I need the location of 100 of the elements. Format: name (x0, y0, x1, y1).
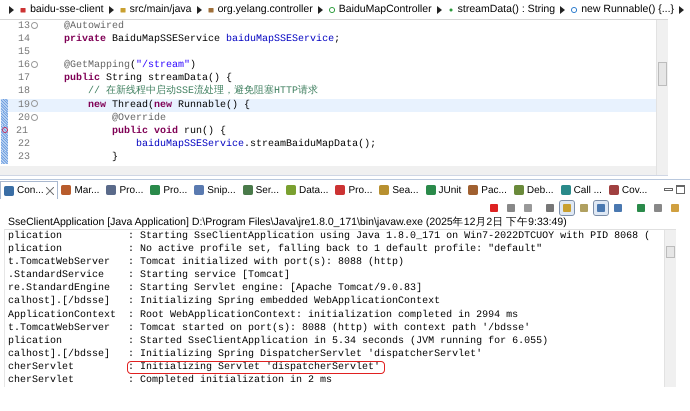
launch-description: SseClientApplication [Java Application] D:\Program Files\Java\jre1.8.0_171\bin\javaw.exe (2025年12月2日 下午9:33:49) (7, 216, 568, 229)
code-line: @GetMapping("/stream") (63, 59, 196, 72)
log-message: : Root WebApplicationContext: initialization completed in 2994 ms (128, 310, 518, 321)
console-tab[interactable]: Snip... (191, 181, 240, 199)
log-message: : Starting SseClientApplication using Java 1.8.0_171 on Win7-2022DTCUOY with PID 8068 ( (128, 231, 650, 242)
line-number: 15 (16, 46, 30, 60)
view-icon (608, 185, 619, 195)
chevron-icon (436, 6, 442, 14)
console-tab[interactable]: Con... (0, 181, 58, 199)
fold-icon[interactable] (31, 114, 38, 121)
breadcrumb-item[interactable]: baidu-sse-client (30, 2, 104, 18)
chevron-icon (196, 6, 202, 14)
line-number: 23 (16, 150, 30, 164)
view-icon (514, 185, 524, 195)
horizontal-scrollbar[interactable] (0, 166, 656, 175)
console-tab[interactable]: JUnit (422, 181, 466, 199)
log-message: : Tomcat initialized with port(s): 8088 (http) (128, 257, 404, 268)
log-source: re.StandardEngine (8, 282, 112, 296)
vertical-scrollbar[interactable] (656, 20, 668, 175)
log-source: t.TomcatWebServer (8, 322, 112, 335)
log-message: : Starting Servlet engine: [Apache Tomcat/9.0.83] (128, 283, 422, 294)
breadcrumb-item[interactable]: src/main/java (130, 2, 192, 18)
scrollbar-thumb[interactable] (658, 62, 667, 86)
close-icon[interactable] (46, 186, 54, 194)
code-line: @Autowired (63, 20, 124, 34)
line-number: 17 (16, 72, 30, 86)
code-line: @Override (111, 112, 166, 125)
log-source: plication (8, 243, 64, 256)
view-icon (4, 186, 14, 196)
view-icon (286, 185, 296, 195)
view-icon (194, 185, 204, 195)
toolbar-button[interactable] (560, 200, 574, 214)
line-number: 20 (16, 112, 30, 125)
toolbar-button[interactable] (594, 200, 608, 214)
view-icon (335, 185, 346, 195)
code-line: new Thread(new Runnable() { (87, 98, 250, 112)
view-icon (61, 185, 72, 195)
console-tab[interactable]: Ser... (240, 181, 283, 199)
log-source: plication (8, 334, 64, 348)
log-source: .StandardService (8, 269, 106, 282)
log-message: : Starting service [Tomcat] (128, 270, 290, 282)
line-number: 21 (14, 124, 28, 138)
console-tab[interactable]: Pro... (332, 181, 376, 199)
console-tab[interactable]: Sea... (376, 181, 422, 199)
line-number: 22 (16, 138, 30, 151)
view-icon (468, 185, 478, 195)
console-tab[interactable]: Mar... (58, 181, 104, 199)
line-number: 14 (16, 33, 30, 46)
line-number: 16 (16, 59, 30, 72)
breadcrumb-item[interactable]: BaiduMapController (338, 2, 432, 18)
console-tab[interactable]: Pro... (147, 181, 192, 199)
breadcrumb-item[interactable]: new Runnable() {...} (581, 2, 674, 18)
log-message: : Initializing Spring embedded WebApplicationContext (128, 296, 440, 308)
view-icon (150, 185, 160, 195)
log-source: t.TomcatWebServer (8, 256, 112, 270)
minimize-icon[interactable] (664, 188, 673, 191)
breadcrumb-item[interactable]: org.yelang.controller (218, 2, 313, 18)
chevron-icon (679, 6, 684, 14)
code-line: // 在新线程中启动SSE流处理，避免阻塞HTTP请求 (87, 85, 318, 99)
view-icon (560, 185, 571, 195)
view-icon (379, 185, 390, 195)
log-source: cherServlet (8, 374, 76, 388)
scrollbar-thumb[interactable] (666, 246, 675, 258)
console-tab[interactable]: Pro... (103, 181, 148, 199)
console-tab[interactable]: Deb... (510, 181, 558, 199)
view-icon (242, 185, 253, 195)
log-message: : Completed initialization in 2 ms (128, 375, 332, 386)
log-message: : Started SseClientApplication in 5.34 seconds (JVM running for 6.055) (128, 336, 548, 347)
maximize-icon[interactable] (676, 185, 684, 194)
log-message: : No active profile set, falling back to 1 default profile: "default" (128, 244, 542, 256)
chevron-icon (9, 6, 14, 14)
log-source: calhost].[/bdsse] (8, 348, 112, 361)
code-line: baiduMapSSEService.streamBaiduMapData(); (135, 138, 376, 151)
line-number: 19 (16, 98, 30, 112)
view-icon (426, 185, 436, 195)
code-line: } (111, 150, 118, 164)
chevron-icon (560, 6, 566, 14)
fold-icon[interactable] (31, 22, 38, 29)
vertical-scrollbar[interactable] (664, 230, 676, 387)
log-source: calhost].[/bdsse] (8, 295, 112, 309)
console-tab[interactable]: Pac... (465, 181, 511, 199)
fold-icon[interactable] (31, 100, 38, 108)
fold-icon[interactable] (31, 61, 38, 68)
line-number: 18 (16, 85, 30, 99)
code-line: private BaiduMapSSEService baiduMapSSEService; (63, 33, 340, 46)
code-line: public void run() { (111, 124, 226, 138)
code-line: public String streamData() { (63, 72, 232, 84)
console-tab[interactable]: Call ... (558, 181, 606, 199)
log-message: : Initializing Spring DispatcherServlet 'dispatcherServlet' (128, 348, 482, 360)
chevron-icon (108, 6, 114, 14)
breadcrumb-item[interactable]: streamData() : String (458, 2, 556, 18)
highlighted-log-message: : Initializing Servlet 'dispatcherServlet' (128, 362, 384, 373)
view-icon (106, 185, 116, 195)
console-tab[interactable]: Cov... (606, 181, 652, 199)
line-number: 13 (16, 20, 30, 34)
log-source: cherServlet (8, 360, 76, 374)
log-source: ApplicationContext (8, 308, 118, 322)
console-tab[interactable]: Data... (282, 181, 332, 199)
log-source: plication (8, 230, 64, 244)
log-message: : Tomcat started on port(s): 8088 (http) with context path '/bdsse' (128, 322, 530, 334)
